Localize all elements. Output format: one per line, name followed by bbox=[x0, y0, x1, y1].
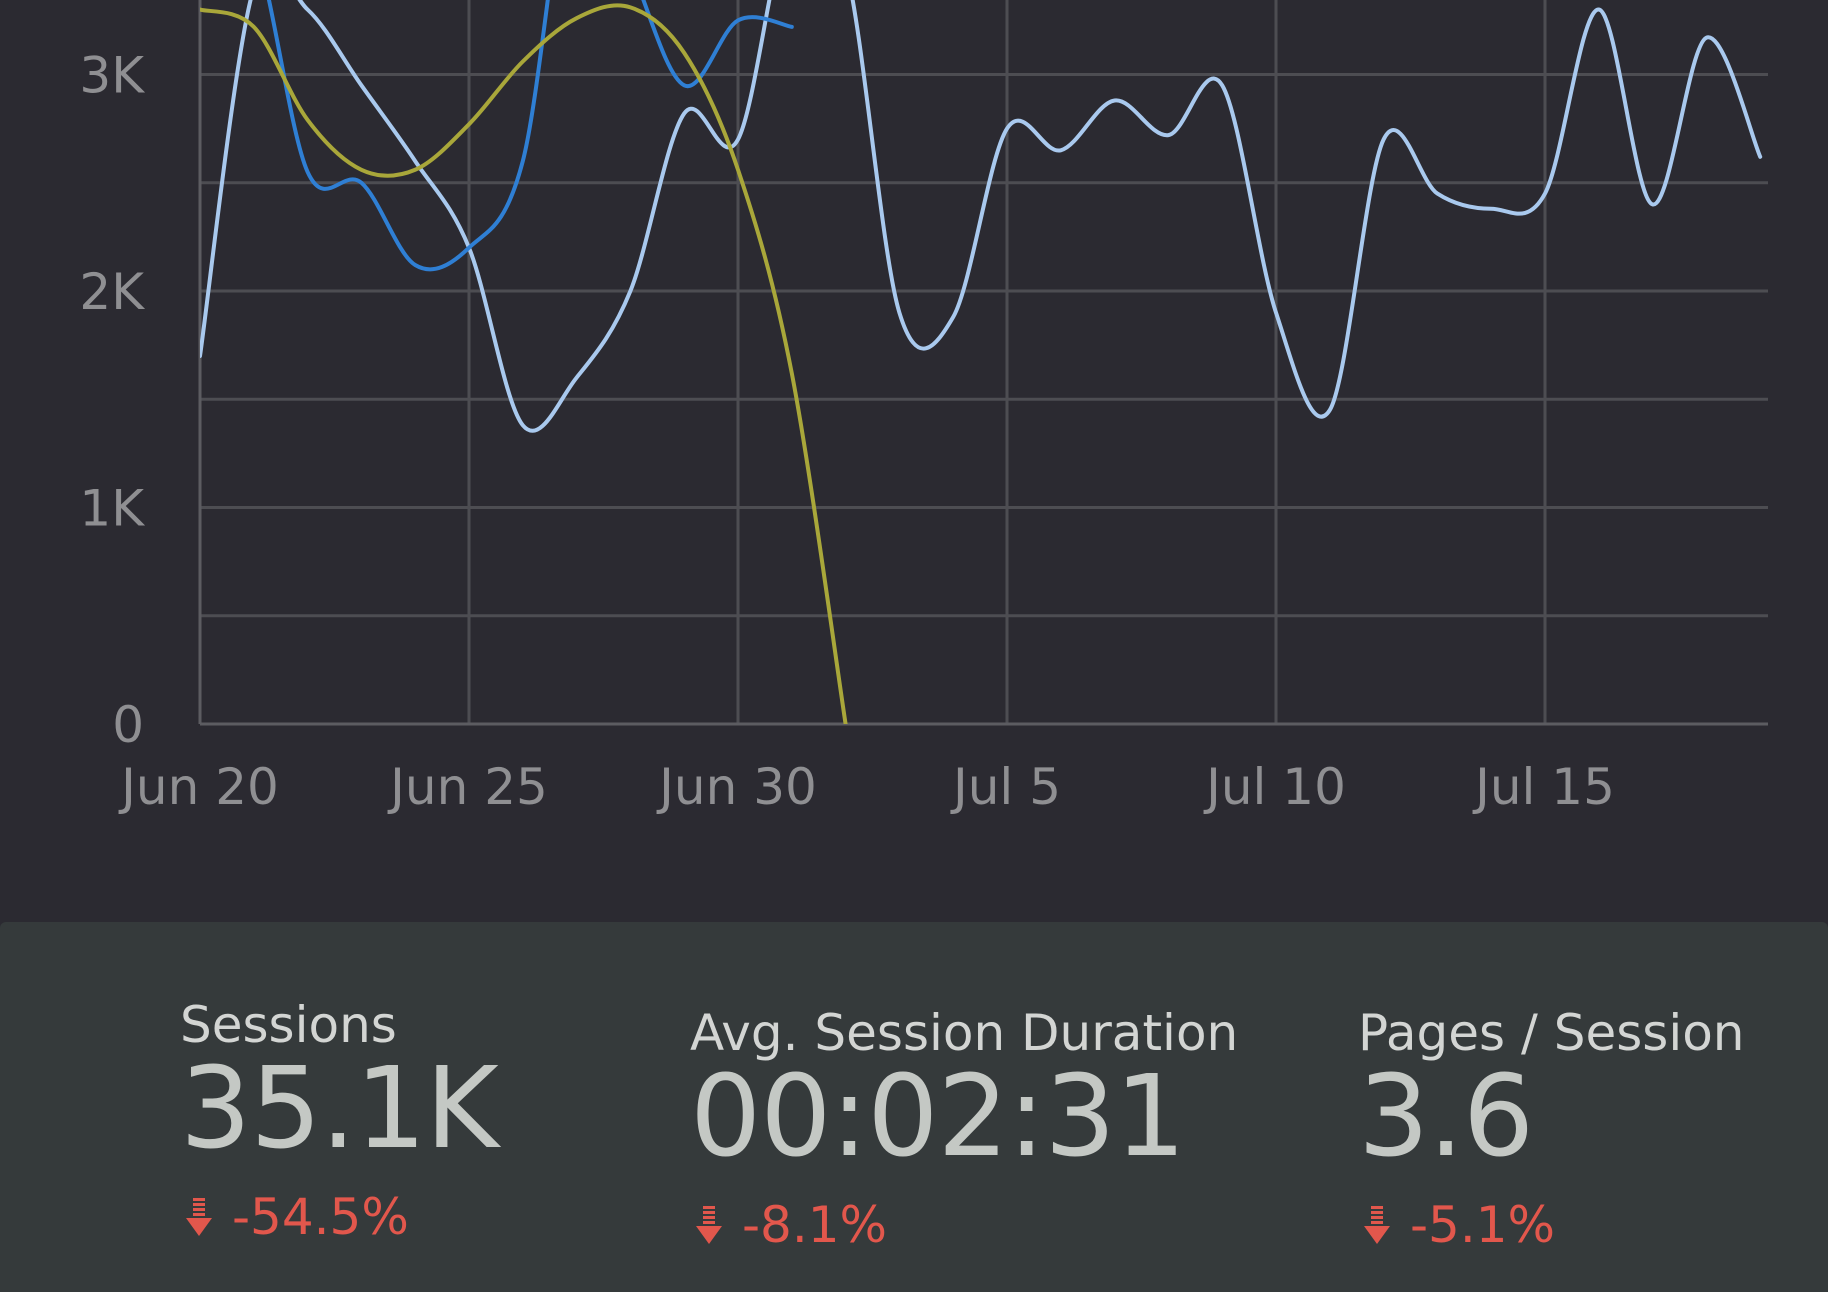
y-tick-label: 3K bbox=[79, 47, 145, 105]
down-arrow-icon bbox=[1364, 1206, 1390, 1246]
stat-delta-value: -54.5% bbox=[232, 1188, 409, 1246]
down-arrow-icon bbox=[186, 1198, 212, 1238]
down-arrow-icon bbox=[696, 1206, 722, 1246]
stat-value: 00:02:31 bbox=[690, 1052, 1186, 1182]
y-tick-label: 1K bbox=[79, 480, 145, 538]
stat-delta-value: -5.1% bbox=[1410, 1196, 1556, 1254]
x-tick-label: Jul 5 bbox=[950, 758, 1061, 816]
x-axis-ticks: Jun 20 Jun 25 Jun 30 Jul 5 Jul 10 Jul 15 bbox=[118, 758, 1615, 816]
stat-delta: -54.5% bbox=[186, 1188, 409, 1246]
chart-gridlines bbox=[198, 0, 1768, 726]
stats-panel: Sessions 35.1K -54.5% Avg. Session Durat… bbox=[0, 922, 1828, 1292]
stat-delta-value: -8.1% bbox=[742, 1196, 888, 1254]
stat-delta: -5.1% bbox=[1364, 1196, 1555, 1254]
x-tick-label: Jul 15 bbox=[1472, 758, 1615, 816]
y-axis-ticks: 0 1K 2K 3K bbox=[79, 47, 145, 755]
x-tick-label: Jun 30 bbox=[656, 758, 817, 816]
series-line-1 bbox=[200, 0, 1763, 433]
sessions-chart-panel: 0 1K 2K 3K Jun 20 Jun 25 Jun 30 Jul 5 Jul 10 Jul… bbox=[0, 0, 1828, 922]
x-tick-label: Jul 10 bbox=[1203, 758, 1346, 816]
stat-value: 35.1K bbox=[180, 1044, 499, 1174]
series-line-2 bbox=[266, 0, 794, 272]
sessions-line-chart: 0 1K 2K 3K Jun 20 Jun 25 Jun 30 Jul 5 Jul 10 Jul… bbox=[79, 0, 1768, 816]
stat-delta: -8.1% bbox=[696, 1196, 887, 1254]
stat-value: 3.6 bbox=[1358, 1052, 1534, 1182]
x-tick-label: Jun 25 bbox=[387, 758, 548, 816]
y-tick-label: 2K bbox=[79, 263, 145, 321]
y-tick-label: 0 bbox=[112, 696, 144, 754]
x-tick-label: Jun 20 bbox=[118, 758, 279, 816]
